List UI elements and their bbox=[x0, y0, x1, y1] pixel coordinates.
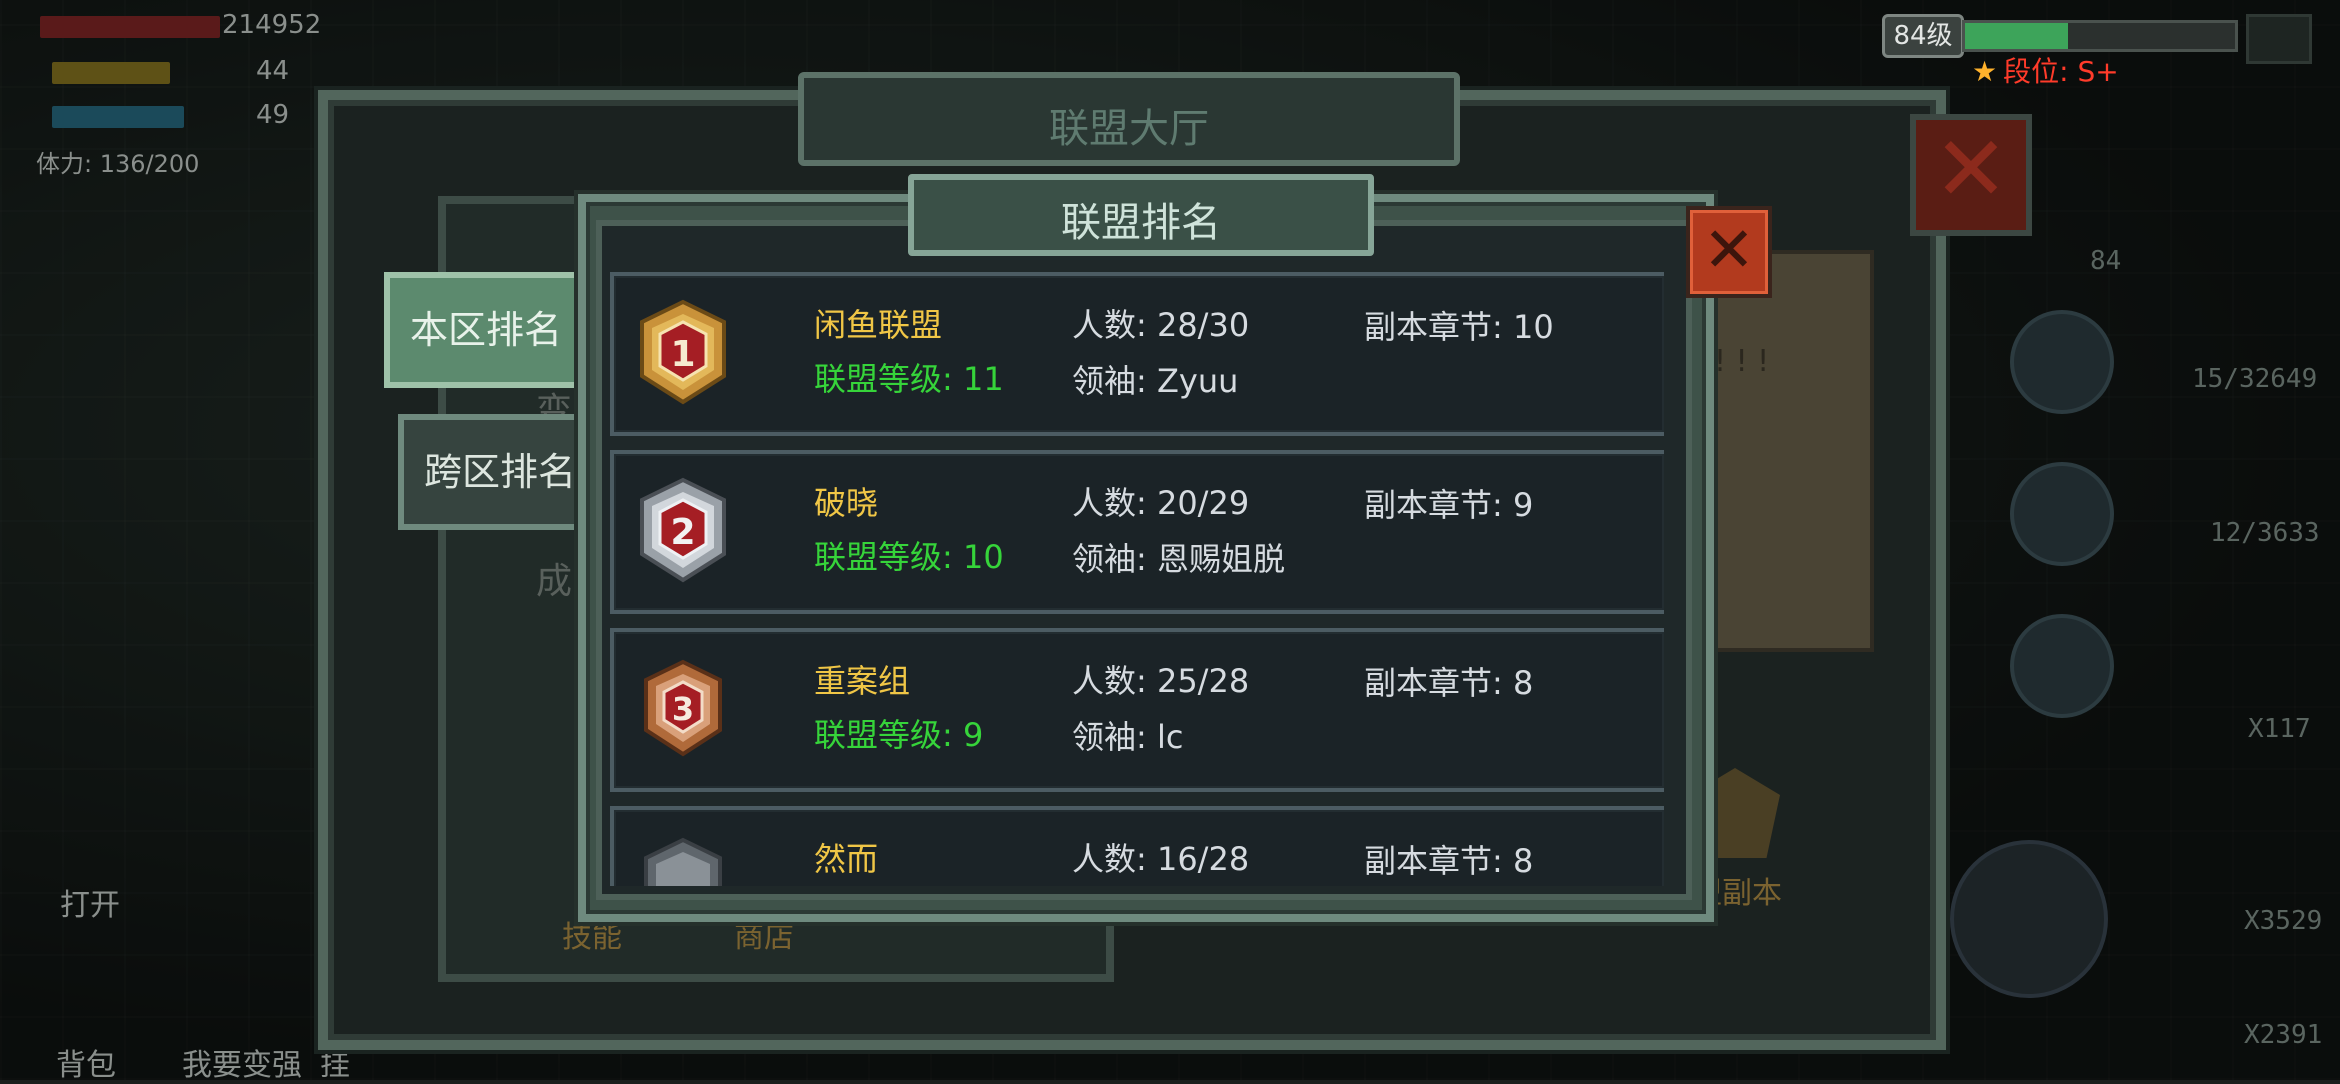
alliance-members: 人数: 25/28 bbox=[1072, 662, 1250, 700]
alliance-row[interactable]: 3 重案组 联盟等级: 9 人数: 25/28 领袖: lc 副本章节: 8 bbox=[610, 628, 1664, 792]
alliance-hall-title-plate: 联盟大厅 bbox=[798, 72, 1460, 166]
alliance-members: 人数: 28/30 bbox=[1072, 306, 1250, 344]
alliance-members: 人数: 16/28 bbox=[1072, 840, 1250, 878]
resource-count-5: X2391 bbox=[2244, 1020, 2323, 1050]
alliance-name: 重案组 bbox=[814, 662, 911, 700]
teapot-icon[interactable] bbox=[2010, 462, 2114, 566]
alliance-name: 闲鱼联盟 bbox=[814, 306, 943, 344]
alliance-leader: 领袖: lc bbox=[1072, 718, 1184, 756]
tab-local-ranking[interactable]: 本区排名 bbox=[384, 272, 602, 388]
alliance-dungeon-chapter: 副本章节: 8 bbox=[1364, 664, 1534, 702]
alliance-row[interactable]: 1 闲鱼联盟 联盟等级: 11 人数: 28/30 领袖: Zyuu 副本章节:… bbox=[610, 272, 1664, 436]
alliance-ranking-list[interactable]: 1 闲鱼联盟 联盟等级: 11 人数: 28/30 领袖: Zyuu 副本章节:… bbox=[608, 270, 1664, 886]
resource-count-3: X117 bbox=[2248, 714, 2311, 744]
resource-count-4: X3529 bbox=[2244, 906, 2323, 936]
alliance-name: 破晓 bbox=[814, 484, 879, 522]
xp-bar bbox=[1962, 20, 2238, 52]
alliance-level: 联盟等级: 9 bbox=[814, 716, 984, 754]
badge-rank-number: 1 bbox=[670, 334, 695, 375]
rank-4-grey-badge-icon bbox=[644, 837, 722, 886]
minor-level-number: 84 bbox=[2090, 246, 2122, 276]
hp-value: 214952 bbox=[222, 10, 322, 40]
rank-1-gold-badge-icon: 1 bbox=[640, 299, 726, 405]
hall-bg-text-2: 成 bbox=[536, 561, 573, 602]
alliance-name: 然而 bbox=[814, 840, 879, 878]
alliance-dungeon-chapter: 副本章节: 10 bbox=[1364, 308, 1554, 346]
resource-count-1: 15/32649 bbox=[2192, 364, 2318, 394]
skill-gear-icon[interactable] bbox=[2010, 310, 2114, 414]
stat3-value: 49 bbox=[256, 100, 290, 130]
alliance-level: 联盟等级: 10 bbox=[814, 538, 1004, 576]
dialog-close-button[interactable]: ✕ bbox=[1686, 206, 1772, 298]
xp-bar-fill bbox=[1965, 23, 2068, 49]
alliance-hall-title: 联盟大厅 bbox=[1049, 106, 1209, 152]
stat3-bar bbox=[52, 106, 184, 128]
dialog-title: 联盟排名 bbox=[1061, 200, 1221, 246]
menu-icon[interactable] bbox=[2246, 14, 2312, 64]
rank-line: ★ 段位: S+ bbox=[1972, 50, 2119, 90]
open-button[interactable]: 打开 bbox=[60, 880, 120, 924]
dialog-title-plate: 联盟排名 bbox=[908, 174, 1374, 256]
alliance-row[interactable]: 然而 人数: 16/28 副本章节: 8 bbox=[610, 806, 1664, 886]
alliance-leader: 领袖: 恩赐姐脱 bbox=[1072, 540, 1285, 578]
resource-count-2: 12/3633 bbox=[2210, 518, 2320, 548]
alliance-hall-close-button[interactable]: ✕ bbox=[1910, 114, 2032, 236]
rank-text: 段位: S+ bbox=[2003, 55, 2119, 88]
notice-marks: ! ! ! bbox=[1714, 344, 1770, 379]
badge-rank-number: 3 bbox=[672, 690, 694, 728]
joystick-icon[interactable] bbox=[1950, 840, 2108, 998]
shield-icon[interactable] bbox=[2010, 614, 2114, 718]
stronger-button[interactable]: 我要变强 bbox=[182, 1040, 302, 1084]
alliance-dungeon-chapter: 副本章节: 9 bbox=[1364, 486, 1534, 524]
player-level: 84级 bbox=[1882, 14, 1964, 58]
rank-3-bronze-badge-icon: 3 bbox=[644, 659, 722, 757]
stat2-value: 44 bbox=[256, 56, 290, 86]
alliance-dungeon-chapter: 副本章节: 8 bbox=[1364, 842, 1534, 880]
close-icon: ✕ bbox=[1933, 117, 2009, 222]
stat2-bar bbox=[52, 62, 170, 84]
alliance-members: 人数: 20/29 bbox=[1072, 484, 1250, 522]
stamina-text: 体力: 136/200 bbox=[36, 150, 200, 178]
alliance-leader: 领袖: Zyuu bbox=[1072, 362, 1239, 400]
star-icon: ★ bbox=[1972, 55, 1998, 88]
rank-2-silver-badge-icon: 2 bbox=[640, 477, 726, 583]
badge-rank-number: 2 bbox=[670, 512, 695, 553]
close-icon: ✕ bbox=[1703, 213, 1755, 286]
alliance-row[interactable]: 2 破晓 联盟等级: 10 人数: 20/29 领袖: 恩赐姐脱 副本章节: 9 bbox=[610, 450, 1664, 614]
alliance-level: 联盟等级: 11 bbox=[814, 360, 1004, 398]
bag-button[interactable]: 背包 bbox=[56, 1040, 116, 1084]
hp-bar bbox=[40, 16, 220, 38]
